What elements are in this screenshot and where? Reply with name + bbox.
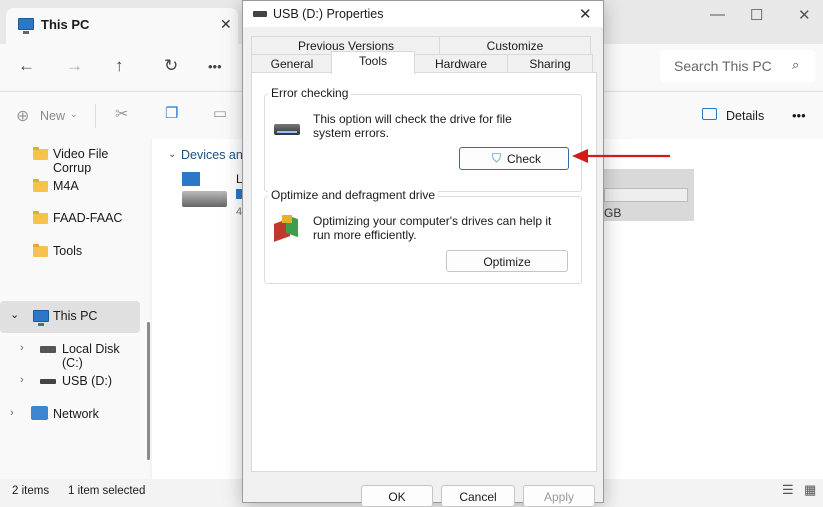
dialog-title-bar: USB (D:) Properties ✕ [243, 1, 603, 27]
search-icon: ⌕ [792, 57, 800, 72]
details-button[interactable]: Details [726, 109, 764, 123]
chevron-right-icon[interactable]: › [20, 374, 24, 386]
navigation-pane: Video File Corrup M4A FAAD-FAAC Tools ⌄ … [0, 139, 150, 479]
more-nav-button[interactable]: ••• [208, 59, 222, 74]
optimize-legend: Optimize and defragment drive [268, 188, 439, 202]
chevron-down-icon[interactable]: ⌄ [10, 308, 19, 321]
sidebar-item-this-pc[interactable]: ⌄ This PC [0, 301, 140, 333]
sidebar-item-network[interactable]: › Network [0, 399, 140, 431]
usb-drive-icon [253, 11, 267, 17]
paste-icon[interactable]: ▭ [213, 104, 227, 122]
properties-dialog: USB (D:) Properties ✕ Previous Versions … [242, 0, 604, 507]
chevron-down-icon[interactable]: ⌄ [168, 149, 176, 160]
back-button[interactable]: ← [18, 56, 35, 76]
details-pane-icon [702, 108, 717, 120]
optimize-description: Optimizing your computer's drives can he… [313, 214, 552, 242]
drive-usage-bar [604, 188, 688, 202]
error-checking-group [264, 94, 582, 192]
item-count: 2 items [12, 485, 50, 497]
arrow-head [572, 149, 588, 163]
sidebar-item-faad-faac[interactable]: FAAD-FAAC [0, 203, 140, 235]
optimize-button[interactable]: Optimize [446, 250, 568, 272]
tab-sharing[interactable]: Sharing [507, 54, 593, 73]
usb-drive-icon [40, 379, 56, 384]
tab-tools[interactable]: Tools [331, 51, 415, 74]
check-button-label: Check [507, 152, 542, 166]
defragment-icon [274, 214, 302, 243]
scrollbar[interactable] [147, 322, 150, 460]
tab-general[interactable]: General [251, 54, 333, 73]
group-header[interactable]: Devices and [181, 148, 250, 162]
sidebar-item-video-file-corrup[interactable]: Video File Corrup [0, 139, 140, 175]
tools-tab-page: Error checking This option will check th… [251, 72, 597, 472]
sidebar-item-tools[interactable]: Tools [0, 236, 140, 268]
drive-size: GB [604, 206, 622, 220]
sidebar-item-label: Network [53, 407, 99, 421]
defragment-icon-block-yellow [282, 215, 292, 223]
pc-icon [33, 310, 49, 326]
error-checking-legend: Error checking [268, 86, 352, 100]
more-options-button[interactable]: ••• [792, 108, 806, 123]
folder-icon [33, 244, 48, 257]
network-icon [31, 406, 48, 420]
sidebar-item-m4a[interactable]: M4A [0, 171, 140, 203]
chevron-right-icon[interactable]: › [10, 407, 14, 419]
sidebar-item-label: M4A [53, 179, 79, 193]
tab-close-icon[interactable]: ✕ [220, 16, 232, 33]
drive-icon [274, 124, 300, 135]
copy-icon[interactable]: ❐ [165, 104, 178, 122]
dialog-title: USB (D:) Properties [273, 7, 384, 21]
cut-icon[interactable]: ✂ [115, 104, 128, 124]
divider [95, 104, 96, 128]
red-arrow-annotation [572, 149, 670, 163]
tab-hardware[interactable]: Hardware [413, 54, 509, 73]
check-button[interactable]: ⛉ Check [459, 147, 569, 170]
close-window-button[interactable]: ✕ [798, 6, 811, 24]
sidebar-item-label: FAAD-FAAC [53, 211, 123, 225]
tiles-view-icon[interactable]: ▦ [804, 482, 816, 498]
refresh-button[interactable]: ↻ [164, 56, 178, 76]
new-icon: ⊕ [16, 108, 30, 125]
up-button[interactable]: ↑ [115, 56, 124, 76]
sidebar-item-label: This PC [53, 309, 98, 323]
forward-button[interactable]: → [66, 56, 83, 76]
folder-icon [33, 179, 48, 192]
disk-icon [40, 346, 56, 353]
sidebar-item-usb-d[interactable]: › USB (D:) [0, 366, 140, 398]
folder-icon [33, 211, 48, 224]
ok-button[interactable]: OK [361, 485, 433, 507]
chevron-right-icon[interactable]: › [20, 342, 24, 354]
tab-customize[interactable]: Customize [439, 36, 591, 55]
sidebar-item-label: Tools [53, 244, 83, 258]
usb-drive-tile[interactable]: GB [602, 169, 694, 221]
apply-button[interactable]: Apply [523, 485, 595, 507]
pc-icon [18, 18, 34, 34]
new-button[interactable]: New [40, 109, 65, 123]
details-view-icon[interactable]: ☰ [782, 482, 794, 498]
tab-title: This PC [41, 17, 90, 32]
tab-this-pc[interactable]: This PC ✕ [6, 8, 238, 44]
maximize-button[interactable]: ☐ [750, 6, 763, 24]
selection-count: 1 item selected [68, 485, 146, 497]
sidebar-item-label: USB (D:) [62, 374, 112, 388]
minimize-button[interactable]: — [710, 6, 725, 23]
disk-icon [182, 191, 227, 207]
dialog-close-button[interactable]: ✕ [579, 5, 592, 23]
chevron-down-icon: ⌄ [70, 109, 78, 119]
sidebar-item-local-disk-c[interactable]: › Local Disk (C:) [0, 334, 140, 370]
search-box[interactable]: Search This PC ⌕ [660, 50, 815, 82]
folder-icon [33, 147, 48, 160]
cancel-button[interactable]: Cancel [441, 485, 515, 507]
search-input[interactable]: Search This PC [674, 58, 772, 74]
windows-logo-icon [182, 172, 200, 186]
error-checking-description: This option will check the drive for fil… [313, 112, 512, 140]
shield-icon: ⛉ [492, 151, 502, 165]
